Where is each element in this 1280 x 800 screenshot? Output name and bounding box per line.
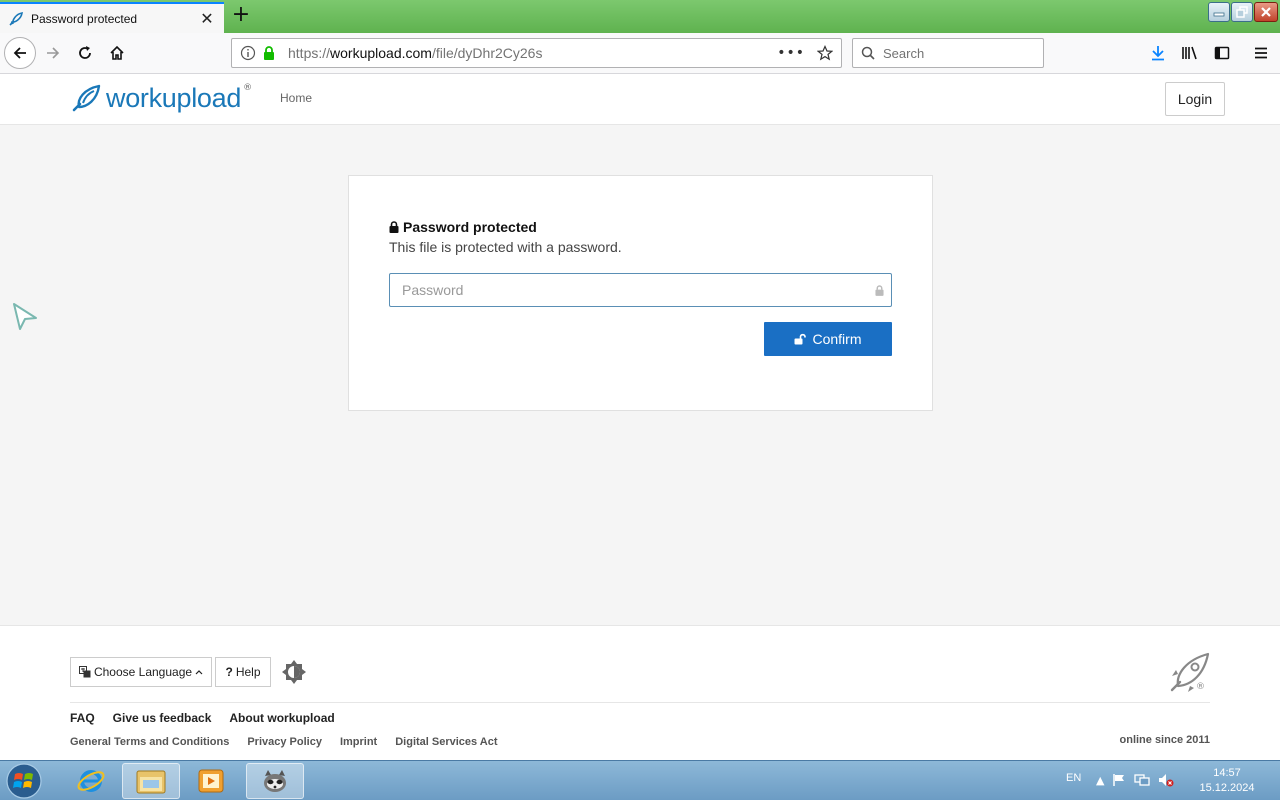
- about-link[interactable]: About workupload: [229, 711, 334, 725]
- footer-legal-links: General Terms and Conditions Privacy Pol…: [70, 736, 498, 748]
- imprint-link[interactable]: Imprint: [340, 736, 377, 748]
- footer-rocket-icon: ®: [1168, 652, 1212, 700]
- sidebar-button[interactable]: [1207, 38, 1237, 68]
- back-button[interactable]: [4, 37, 36, 69]
- restore-icon[interactable]: [1231, 2, 1253, 22]
- chevron-up-icon: [195, 670, 203, 675]
- card-title-text: Password protected: [403, 219, 537, 235]
- info-icon[interactable]: [240, 45, 256, 61]
- window-close-icon[interactable]: [1254, 2, 1278, 22]
- library-button[interactable]: [1175, 38, 1205, 68]
- faq-link[interactable]: FAQ: [70, 711, 95, 725]
- home-icon: [110, 45, 124, 60]
- minimize-icon[interactable]: [1208, 2, 1230, 22]
- taskbar-internet-explorer[interactable]: [62, 763, 120, 799]
- show-hidden-icons-icon[interactable]: ▲: [1096, 774, 1104, 787]
- menu-button[interactable]: [1246, 38, 1276, 68]
- field-lock-icon: [867, 284, 891, 296]
- search-icon: [861, 46, 875, 60]
- lock-icon: [389, 221, 399, 233]
- url-text: https://workupload.com/file/dyDhr2Cy26s: [288, 45, 543, 61]
- new-tab-icon[interactable]: +: [230, 4, 252, 28]
- window-controls: [1208, 2, 1278, 22]
- terms-link[interactable]: General Terms and Conditions: [70, 736, 229, 748]
- windows-taskbar: EN ▲ 14:57 15.12.2024: [0, 760, 1280, 800]
- tab-title: Password protected: [31, 11, 138, 26]
- rocket-logo-icon: [72, 84, 101, 112]
- choose-language-label: Choose Language: [93, 665, 193, 679]
- help-label: Help: [235, 665, 261, 679]
- arrow-right-icon: [47, 47, 60, 59]
- volume-muted-icon[interactable]: [1158, 773, 1174, 787]
- raccoon-app-icon: [264, 770, 286, 792]
- search-input[interactable]: [883, 45, 1033, 61]
- home-button[interactable]: [102, 38, 132, 68]
- unlock-icon: [794, 333, 807, 345]
- feedback-link[interactable]: Give us feedback: [113, 711, 212, 725]
- network-icon[interactable]: [1134, 773, 1151, 787]
- hamburger-menu-icon: [1255, 47, 1267, 59]
- password-input[interactable]: [390, 274, 867, 306]
- system-clock[interactable]: 14:57 15.12.2024: [1196, 766, 1258, 796]
- internet-explorer-icon: [77, 770, 105, 792]
- password-card: Password protected This file is protecte…: [348, 175, 933, 411]
- login-button[interactable]: Login: [1165, 82, 1225, 116]
- browser-tabbar: Password protected ✕ +: [0, 0, 1280, 33]
- download-icon: [1152, 46, 1164, 61]
- input-language[interactable]: EN: [1066, 772, 1081, 784]
- online-since-text: online since 2011: [1119, 734, 1211, 746]
- logo-registered: ®: [243, 83, 253, 93]
- browser-toolbar: https://workupload.com/file/dyDhr2Cy26s …: [0, 33, 1280, 74]
- secure-lock-icon[interactable]: [262, 45, 276, 61]
- search-bar[interactable]: [852, 38, 1044, 68]
- library-icon: [1182, 46, 1197, 60]
- site-footer: Choose Language ? Help ® FAQ Give us fee…: [0, 625, 1280, 760]
- site-header: workupload ® Home Login: [0, 74, 1280, 125]
- forward-button[interactable]: [38, 38, 68, 68]
- taskbar-media-player[interactable]: [182, 763, 240, 799]
- confirm-button[interactable]: Confirm: [764, 322, 892, 356]
- folder-icon: [136, 770, 166, 794]
- dsa-link[interactable]: Digital Services Act: [395, 736, 497, 748]
- footer-rocket-registered: ®: [1196, 682, 1205, 692]
- tab-close-icon[interactable]: ✕: [198, 9, 216, 28]
- question-mark-icon: ?: [225, 665, 233, 679]
- brightness-icon: [282, 660, 306, 684]
- confirm-label: Confirm: [812, 331, 862, 347]
- page-actions-icon[interactable]: •••: [777, 45, 805, 61]
- start-button[interactable]: [4, 762, 44, 800]
- nav-home-link[interactable]: Home: [280, 91, 312, 105]
- theme-toggle-button[interactable]: [281, 659, 307, 685]
- footer-main-links: FAQ Give us feedback About workupload: [70, 711, 335, 725]
- taskbar-file-explorer[interactable]: [122, 763, 180, 799]
- logo-text: workupload: [106, 82, 242, 113]
- footer-divider: [70, 702, 1210, 703]
- bookmark-star-icon[interactable]: [817, 45, 833, 61]
- sidebar-icon: [1214, 46, 1230, 60]
- media-player-icon: [198, 769, 224, 793]
- address-bar[interactable]: https://workupload.com/file/dyDhr2Cy26s …: [231, 38, 842, 68]
- password-field[interactable]: [389, 273, 892, 307]
- mouse-pointer-icon: [12, 302, 38, 336]
- choose-language-button[interactable]: Choose Language: [70, 657, 212, 687]
- workupload-favicon-icon: [8, 11, 24, 27]
- arrow-left-icon: [13, 47, 26, 59]
- card-title: Password protected: [389, 219, 537, 235]
- help-button[interactable]: ? Help: [215, 657, 271, 687]
- reload-button[interactable]: [70, 38, 100, 68]
- reload-icon: [79, 46, 91, 59]
- translate-icon: [78, 666, 91, 678]
- privacy-link[interactable]: Privacy Policy: [247, 736, 322, 748]
- system-tray: ▲: [1096, 773, 1174, 787]
- windows-start-icon: [6, 763, 42, 799]
- browser-tab[interactable]: Password protected ✕: [0, 2, 224, 33]
- action-center-flag-icon[interactable]: [1112, 773, 1126, 787]
- workupload-logo[interactable]: workupload ®: [70, 82, 252, 114]
- card-subtitle: This file is protected with a password.: [389, 239, 622, 255]
- clock-time: 14:57: [1213, 767, 1241, 779]
- clock-date: 15.12.2024: [1199, 782, 1255, 794]
- taskbar-firefox-app[interactable]: [246, 763, 304, 799]
- downloads-button[interactable]: [1143, 38, 1173, 68]
